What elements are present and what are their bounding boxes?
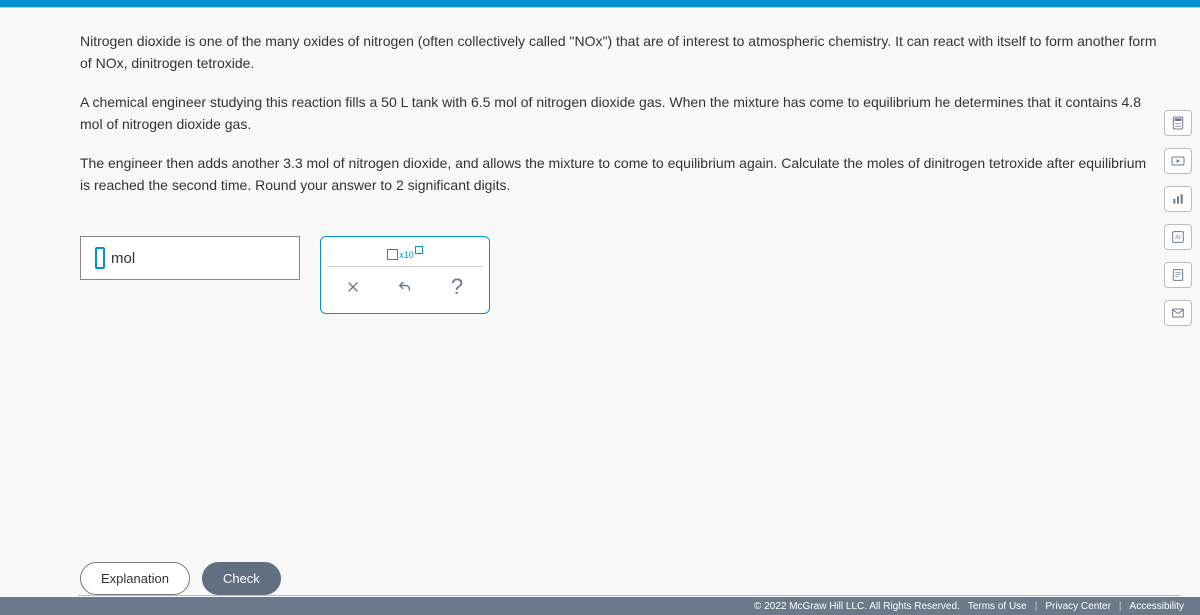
text: of nitrogen dioxide gas.	[103, 116, 252, 132]
action-button-bar: Explanation Check	[80, 562, 281, 595]
tool-row-actions: ?	[327, 266, 483, 307]
play-icon	[1170, 153, 1186, 169]
question-mark-icon: ?	[451, 274, 463, 300]
question-paragraph-1: Nitrogen dioxide is one of the many oxid…	[80, 30, 1160, 75]
calculator-icon	[1170, 115, 1186, 131]
footer-divider	[78, 595, 1180, 596]
svg-text:Ar: Ar	[1175, 235, 1181, 241]
chem-formula: NOx	[96, 55, 124, 71]
value-mol: 6.5 mol	[471, 94, 517, 110]
text: The engineer then adds another	[80, 155, 283, 171]
tool-row-sci: x10	[327, 243, 483, 266]
question-content: Nitrogen dioxide is one of the many oxid…	[80, 10, 1160, 314]
check-button[interactable]: Check	[202, 562, 281, 595]
text: tank with	[408, 94, 471, 110]
privacy-link[interactable]: Privacy Center	[1045, 601, 1111, 612]
text: Nitrogen dioxide is one of the many oxid…	[80, 33, 574, 49]
top-accent-bar	[0, 0, 1200, 8]
question-paragraph-3: The engineer then adds another 3.3 mol o…	[80, 152, 1160, 197]
value-sigfig: 2	[396, 177, 404, 193]
sci-mantissa-icon	[387, 249, 398, 260]
accessibility-link[interactable]: Accessibility	[1130, 601, 1184, 612]
separator: |	[1119, 601, 1122, 612]
input-tool-panel: x10 ?	[320, 236, 490, 314]
side-tool-panel: Ar	[1164, 110, 1192, 326]
element-icon: Ar	[1170, 229, 1186, 245]
answer-row: mol x10 ?	[80, 236, 1160, 314]
stats-button[interactable]	[1164, 186, 1192, 212]
text: , dinitrogen tetroxide.	[124, 55, 255, 71]
answer-unit-label: mol	[111, 250, 135, 267]
clear-button[interactable]	[333, 273, 373, 301]
mail-icon	[1170, 305, 1186, 321]
chem-formula: NOx	[574, 33, 602, 49]
answer-input-box[interactable]: mol	[80, 236, 300, 280]
reference-button[interactable]	[1164, 262, 1192, 288]
calculator-button[interactable]	[1164, 110, 1192, 136]
text: significant digits.	[404, 177, 511, 193]
periodic-table-button[interactable]: Ar	[1164, 224, 1192, 250]
email-button[interactable]	[1164, 300, 1192, 326]
undo-button[interactable]	[385, 273, 425, 301]
x-icon	[345, 279, 361, 295]
undo-icon	[396, 278, 414, 296]
copyright-text: © 2022 McGraw Hill LLC. All Rights Reser…	[754, 601, 960, 612]
terms-link[interactable]: Terms of Use	[968, 601, 1027, 612]
sci-exponent-icon	[415, 246, 423, 254]
question-paragraph-2: A chemical engineer studying this reacti…	[80, 91, 1160, 136]
sci-x10-label: x10	[399, 250, 414, 260]
page-footer: © 2022 McGraw Hill LLC. All Rights Reser…	[0, 597, 1200, 615]
scientific-notation-button[interactable]: x10	[387, 249, 423, 260]
video-button[interactable]	[1164, 148, 1192, 174]
help-button[interactable]: ?	[437, 273, 477, 301]
value-mol: 3.3 mol	[283, 155, 329, 171]
bar-chart-icon	[1170, 191, 1186, 207]
value-volume: 50 L	[381, 94, 408, 110]
answer-cursor	[95, 247, 105, 269]
text: of nitrogen dioxide gas. When the mixtur…	[517, 94, 1122, 110]
book-icon	[1170, 267, 1186, 283]
explanation-button[interactable]: Explanation	[80, 562, 190, 595]
text: A chemical engineer studying this reacti…	[80, 94, 381, 110]
separator: |	[1035, 601, 1038, 612]
